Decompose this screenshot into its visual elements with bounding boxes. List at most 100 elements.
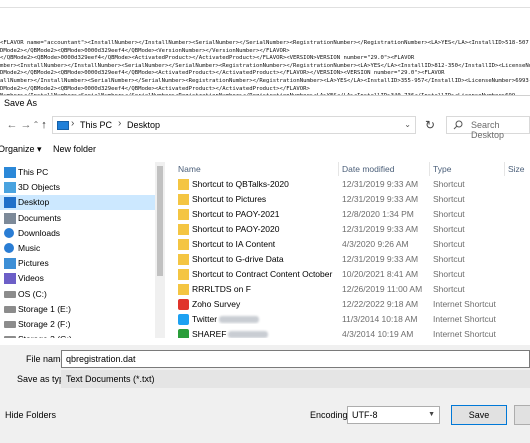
save-as-type-select[interactable]: Text Documents (*.txt): [61, 370, 530, 388]
search-input[interactable]: Search Desktop: [446, 116, 530, 140]
file-type: Internet Shortcut: [433, 314, 496, 324]
file-row[interactable]: Shortcut to PAOY-2021 12/8/2020 1:34 PM Sh…: [170, 207, 530, 222]
file-type: Internet Shortcut: [433, 329, 496, 338]
file-name: SHAREF: [192, 329, 334, 338]
address-bar[interactable]: › This PC › Desktop ⌄: [52, 116, 416, 134]
breadcrumb-desktop[interactable]: Desktop: [127, 120, 160, 130]
column-header-size[interactable]: Size: [508, 164, 525, 174]
twitter-icon: [178, 314, 189, 325]
sidebar-item-label: 3D Objects: [18, 182, 61, 193]
column-header-date[interactable]: Date modified: [342, 164, 394, 174]
up-arrow-icon[interactable]: ↑: [36, 117, 52, 133]
scrollbar-thumb[interactable]: [157, 166, 163, 276]
file-date: 12/26/2019 11:00 AM: [342, 284, 423, 294]
column-header-name[interactable]: Name: [178, 164, 201, 174]
file-date: 12/31/2019 9:33 AM: [342, 224, 419, 234]
sidebar-item-pictures[interactable]: Pictures: [0, 256, 155, 271]
sidebar-item-storage-1-e[interactable]: Storage 1 (E:): [0, 302, 155, 317]
save-button[interactable]: Save: [451, 405, 507, 425]
file-row[interactable]: Shortcut to G-drive Data 12/31/2019 9:33 …: [170, 252, 530, 267]
drive-icon: [4, 290, 16, 298]
sidebar-item-storage-3-g[interactable]: Storage 3 (G:): [0, 332, 155, 338]
file-name-text: Twitter: [192, 314, 218, 324]
file-type: Internet Shortcut: [433, 299, 496, 309]
desktop-icon: [4, 197, 16, 209]
notepad-title-strip: [0, 0, 530, 8]
chevron-down-icon[interactable]: ⌄: [404, 120, 411, 129]
notepad-text-line: DMode2></QBMode2><QBMode>0000d329eef4</Q…: [0, 70, 445, 77]
file-name: Shortcut to G-drive Data: [192, 254, 334, 264]
new-folder-button[interactable]: New folder: [53, 144, 96, 154]
notepad-text-line: DMode2></QBMode2><QBMode>0000d329eef4</Q…: [0, 47, 290, 54]
sharefile-icon: [178, 329, 189, 338]
dialog-title: Save As: [4, 98, 38, 108]
refresh-icon[interactable]: ↻: [420, 117, 440, 133]
cancel-button[interactable]: [514, 405, 530, 425]
sidebar-item-label: Desktop: [18, 197, 50, 208]
file-row[interactable]: Shortcut to Pictures 12/31/2019 9:33 AM Sh…: [170, 192, 530, 207]
notepad-text-line: </QBMode2><QBMode>0000d329eef4</QBMode><…: [0, 55, 415, 62]
file-list: ^ Name Date modified Type Size Shortcut …: [170, 162, 530, 338]
sidebar-item-label: Storage 1 (E:): [18, 303, 71, 314]
file-name: Shortcut to Contract Content October 16.…: [192, 269, 334, 279]
file-type: Shortcut: [433, 209, 465, 219]
folder-shortcut-icon: [178, 224, 189, 235]
file-row[interactable]: SHAREF 4/3/2014 10:19 AM Internet Shortcut: [170, 327, 530, 338]
redacted-text: [228, 331, 269, 338]
column-header-type[interactable]: Type: [433, 164, 451, 174]
file-type: Shortcut: [433, 224, 465, 234]
sidebar-item-label: Videos: [18, 273, 44, 284]
sidebar-item-os-c[interactable]: OS (C:): [0, 287, 155, 302]
file-date: 12/31/2019 9:33 AM: [342, 179, 419, 189]
search-placeholder: Search Desktop: [471, 120, 505, 140]
videos-icon: [4, 273, 16, 285]
sidebar-item-desktop[interactable]: Desktop: [0, 195, 155, 211]
drive-icon: [4, 336, 16, 338]
file-row[interactable]: Shortcut to Contract Content October 16.…: [170, 267, 530, 282]
file-date: 11/3/2014 10:18 AM: [342, 314, 418, 324]
file-date: 10/20/2021 8:41 AM: [342, 269, 419, 279]
column-divider[interactable]: [338, 162, 339, 176]
file-name-text: Shortcut to G-drive Data: [192, 254, 284, 264]
notepad-background-window: <FLAVOR name="accountant"><InstallNumber…: [0, 0, 530, 107]
encoding-select[interactable]: UTF-8 ▼: [347, 406, 440, 424]
folder-shortcut-icon: [178, 194, 189, 205]
breadcrumb-this-pc[interactable]: This PC: [80, 120, 112, 130]
file-row[interactable]: RRRLTDS on F 12/26/2019 11:00 AM Shortcut: [170, 282, 530, 297]
column-divider[interactable]: [504, 162, 505, 176]
column-divider[interactable]: [429, 162, 430, 176]
redacted-text: [219, 316, 260, 324]
file-name-text: Zoho Survey: [192, 299, 241, 309]
navigation-bar: ← → ⌃ ↑ › This PC › Desktop ⌄ ↻ Search D…: [0, 113, 530, 140]
file-row[interactable]: Twitter 11/3/2014 10:18 AM Internet Shortc…: [170, 312, 530, 327]
sidebar-item-label: Music: [18, 243, 41, 253]
folder-shortcut-icon: [178, 239, 189, 250]
file-name-input[interactable]: qbregistration.dat: [61, 350, 530, 368]
search-icon: [453, 120, 463, 130]
file-row[interactable]: Zoho Survey 12/22/2022 9:18 AM Internet Sh…: [170, 297, 530, 312]
save-as-type-value: Text Documents (*.txt): [66, 374, 155, 384]
sidebar-item-documents[interactable]: Documents: [0, 211, 155, 226]
file-row[interactable]: Shortcut to PAOY-2020 12/31/2019 9:33 AM S…: [170, 222, 530, 237]
sidebar-item-label: OS (C:): [18, 288, 47, 299]
file-name: Shortcut to PAOY-2021: [192, 209, 334, 219]
sidebar-item-3d-objects[interactable]: 3D Objects: [0, 180, 155, 195]
file-row[interactable]: Shortcut to IA Content 4/3/2020 9:26 AM Sh…: [170, 237, 530, 252]
notepad-text-line: <FLAVOR name="accountant"><InstallNumber…: [0, 40, 529, 46]
sidebar-item-storage-2-f[interactable]: Storage 2 (F:): [0, 317, 155, 332]
file-row[interactable]: Shortcut to QBTalks-2020 12/31/2019 9:33 …: [170, 177, 530, 192]
sidebar-item-downloads[interactable]: Downloads: [0, 226, 155, 241]
chevron-down-icon: ▼: [428, 411, 435, 418]
sidebar-item-videos[interactable]: Videos: [0, 271, 155, 286]
file-name-text: Shortcut to PAOY-2020: [192, 224, 280, 234]
file-name: RRRLTDS on F: [192, 284, 334, 294]
hide-folders-button[interactable]: Hide Folders: [5, 410, 56, 420]
sidebar-item-label: Storage 2 (F:): [18, 319, 71, 329]
sidebar-item-this-pc[interactable]: This PC: [0, 165, 155, 180]
file-date: 4/3/2014 10:19 AM: [342, 329, 414, 338]
encoding-label: Encoding:: [310, 410, 351, 420]
organize-button[interactable]: Organize ▾: [0, 144, 42, 155]
sidebar-item-music[interactable]: Music: [0, 241, 155, 256]
nav-pane-scrollbar[interactable]: [155, 162, 165, 338]
downloads-icon: [4, 227, 14, 238]
